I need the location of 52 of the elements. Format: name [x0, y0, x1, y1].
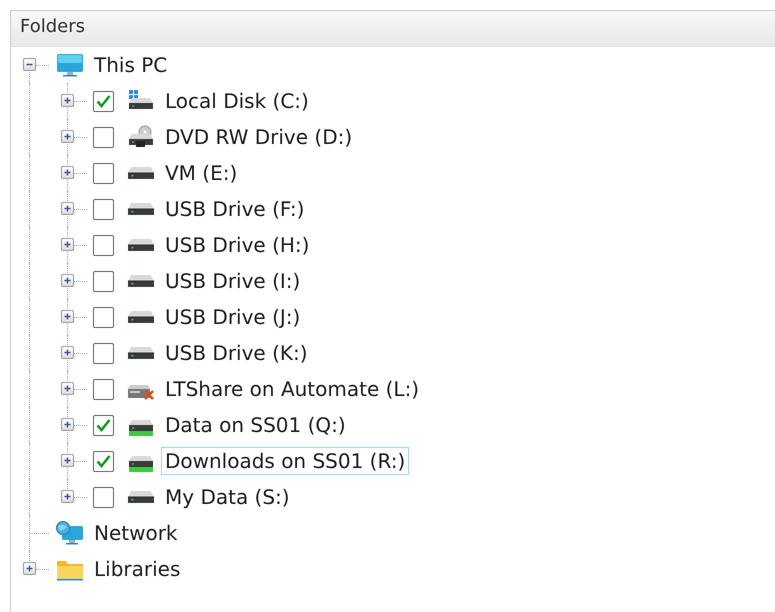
- expand-button[interactable]: [61, 130, 74, 143]
- drive-icon: [128, 311, 154, 323]
- tree-item[interactable]: My Data (S:): [161, 483, 294, 511]
- expand-button[interactable]: [23, 562, 36, 575]
- tree-item[interactable]: VM (E:): [161, 159, 242, 187]
- checkbox[interactable]: [93, 90, 114, 112]
- checkbox[interactable]: [93, 414, 114, 436]
- monitor-icon: [55, 53, 85, 77]
- checkbox[interactable]: [93, 450, 114, 472]
- checkbox[interactable]: [93, 270, 114, 292]
- expand-button[interactable]: [61, 418, 74, 431]
- tree-item[interactable]: LTShare on Automate (L:): [161, 375, 424, 403]
- expand-button[interactable]: [61, 346, 74, 359]
- expand-button[interactable]: [61, 310, 74, 323]
- tree-item[interactable]: USB Drive (I:): [161, 267, 304, 295]
- drive-icon: [128, 203, 154, 215]
- checkbox[interactable]: [93, 378, 114, 400]
- tree-item[interactable]: USB Drive (K:): [161, 339, 312, 367]
- expand-button[interactable]: [61, 490, 74, 503]
- checkbox[interactable]: [93, 162, 114, 184]
- checkbox[interactable]: [93, 198, 114, 220]
- panel-title: Folders: [11, 11, 775, 47]
- dvd-drive-icon: [126, 125, 156, 149]
- checkbox[interactable]: [93, 234, 114, 256]
- drive-icon: [128, 167, 154, 179]
- tree-item[interactable]: Libraries: [90, 555, 184, 583]
- collapse-button[interactable]: [23, 58, 36, 71]
- checkbox[interactable]: [93, 306, 114, 328]
- expand-button[interactable]: [61, 382, 74, 395]
- drive-icon: [128, 347, 154, 359]
- tree-item[interactable]: DVD RW Drive (D:): [161, 123, 356, 151]
- tree-item[interactable]: Local Disk (C:): [161, 87, 313, 115]
- tree-item[interactable]: This PC: [90, 51, 172, 79]
- expand-button[interactable]: [61, 238, 74, 251]
- tree-item[interactable]: USB Drive (H:): [161, 231, 314, 259]
- checkbox[interactable]: [93, 342, 114, 364]
- tree-item[interactable]: USB Drive (J:): [161, 303, 304, 331]
- tree-item[interactable]: Downloads on SS01 (R:): [161, 447, 410, 475]
- expand-button[interactable]: [61, 274, 74, 287]
- checkbox[interactable]: [93, 126, 114, 148]
- expand-button[interactable]: [61, 202, 74, 215]
- expand-button[interactable]: [61, 454, 74, 467]
- tree-item[interactable]: Network: [90, 519, 182, 547]
- expand-button[interactable]: [61, 166, 74, 179]
- tree-item[interactable]: Data on SS01 (Q:): [161, 411, 350, 439]
- drive-icon: [128, 239, 154, 251]
- drive-icon: [128, 491, 154, 503]
- drive-icon: [128, 275, 154, 287]
- network-icon: [55, 521, 85, 545]
- checkbox[interactable]: [93, 486, 114, 508]
- expand-button[interactable]: [61, 94, 74, 107]
- tree-item[interactable]: USB Drive (F:): [161, 195, 308, 223]
